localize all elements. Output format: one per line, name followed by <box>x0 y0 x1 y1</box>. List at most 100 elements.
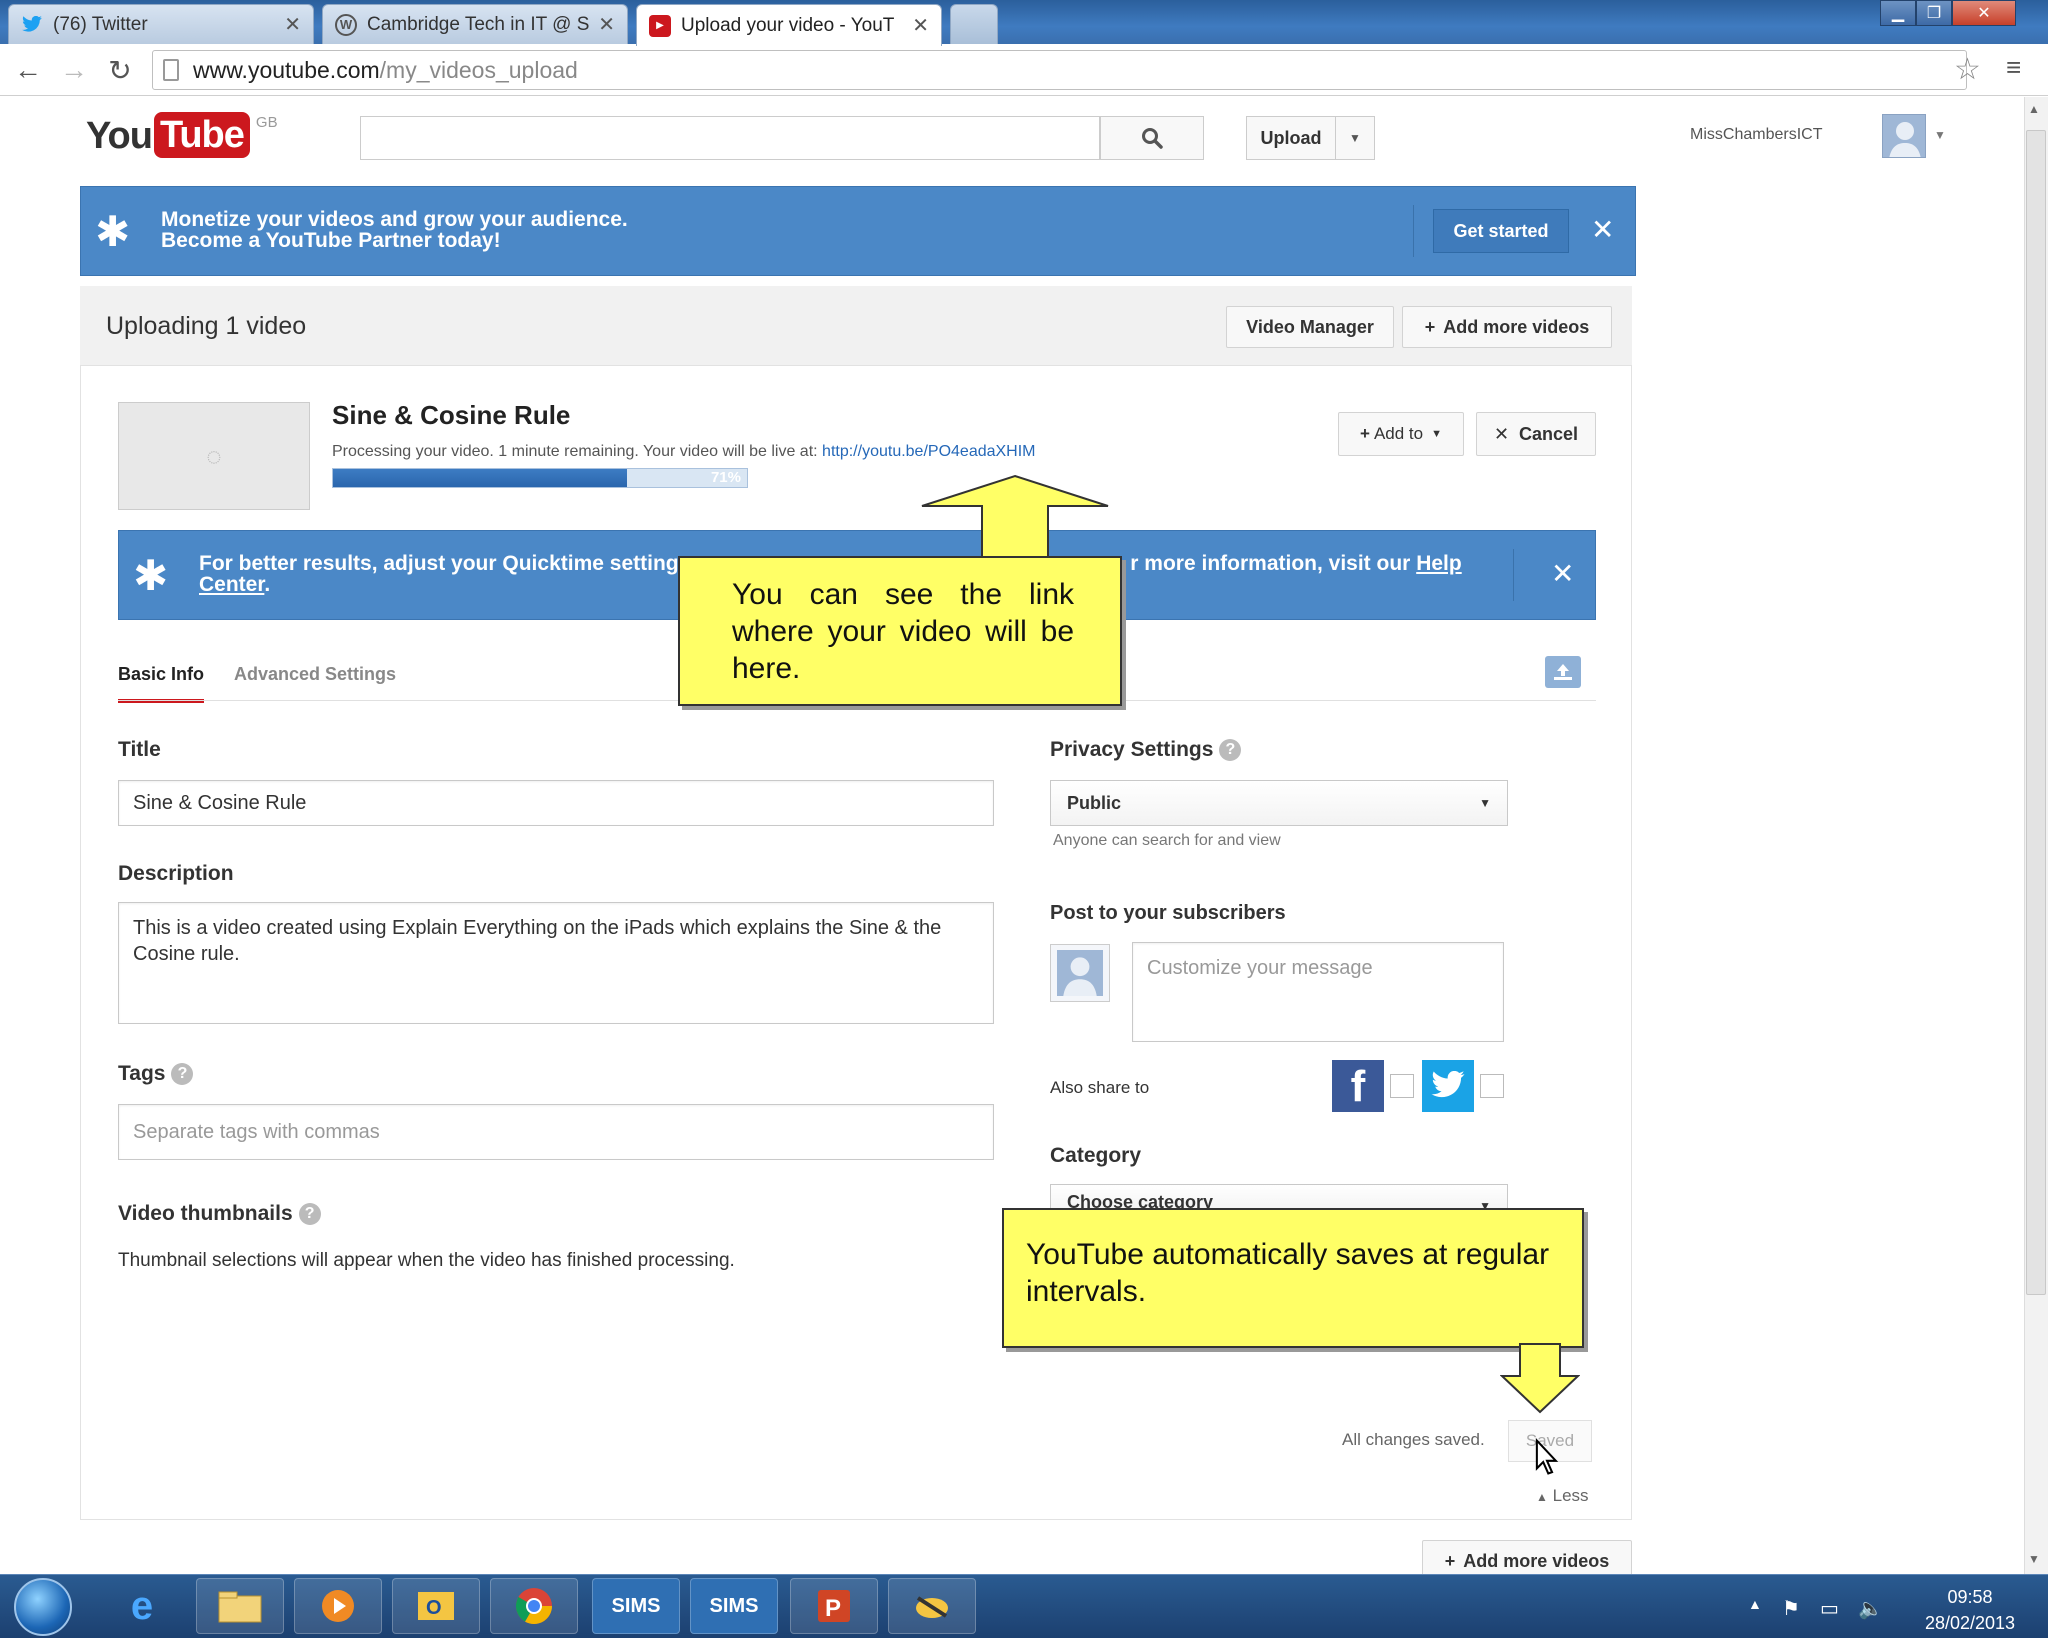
add-more-label: Add more videos <box>1463 1550 1610 1571</box>
loading-spinner-icon: ◌ <box>206 440 222 471</box>
upload-icon-button[interactable] <box>1545 656 1581 688</box>
plus-icon: + <box>1424 316 1436 337</box>
close-icon[interactable]: ✕ <box>1551 557 1574 590</box>
less-toggle[interactable]: ▲ Less <box>1536 1486 1589 1506</box>
close-tab-icon[interactable]: ✕ <box>284 12 301 37</box>
scroll-up-icon[interactable]: ▲ <box>2028 102 2040 116</box>
progress-fill <box>333 469 627 487</box>
address-bar[interactable]: www.youtube.com/my_videos_upload <box>152 50 1967 90</box>
page-title: Uploading 1 video <box>106 312 307 340</box>
triangle-up-icon: ▲ <box>1536 1490 1548 1504</box>
media-player-icon[interactable] <box>294 1578 382 1634</box>
sims-app-button-2[interactable]: SIMS <box>690 1578 778 1634</box>
privacy-select[interactable]: Public ▼ <box>1050 780 1508 826</box>
video-link[interactable]: http://youtu.be/PO4eadaXHIM <box>822 443 1035 460</box>
window-close-icon[interactable]: ✕ <box>1952 0 2016 26</box>
category-label: Category <box>1050 1144 1142 1167</box>
tab-youtube-upload[interactable]: ▶ Upload your video - YouT ✕ <box>636 4 942 46</box>
callout-down-arrow <box>1500 1343 1580 1414</box>
upload-button[interactable]: Upload <box>1246 116 1336 160</box>
reload-icon[interactable]: ↻ <box>102 52 138 88</box>
url-host: www.youtube.com <box>193 56 380 83</box>
action-center-flag-icon[interactable]: ⚑ <box>1782 1596 1800 1621</box>
tab-wordpress[interactable]: W Cambridge Tech in IT @ S ✕ <box>322 4 628 44</box>
twitter-icon[interactable] <box>1422 1060 1474 1112</box>
chrome-icon[interactable] <box>490 1578 578 1634</box>
cancel-button[interactable]: ✕ Cancel <box>1476 412 1596 456</box>
tags-input[interactable]: Separate tags with commas <box>118 1104 994 1160</box>
video-title: Sine & Cosine Rule <box>332 400 571 430</box>
back-icon[interactable]: ← <box>10 52 46 88</box>
tab-advanced-settings[interactable]: Advanced Settings <box>234 664 396 685</box>
quicktime-text-end: r more information, visit our <box>1130 552 1411 575</box>
title-input[interactable]: Sine & Cosine Rule <box>118 780 994 826</box>
scrollbar-thumb[interactable] <box>2026 130 2046 1295</box>
minimize-icon[interactable]: ▁ <box>1880 0 1916 26</box>
ie-icon[interactable]: e <box>98 1578 186 1634</box>
tab-twitter[interactable]: (76) Twitter ✕ <box>8 4 314 44</box>
tab-title: Upload your video - YouT <box>681 14 895 36</box>
partner-line-2: Become a YouTube Partner today! <box>161 229 501 252</box>
description-textarea[interactable]: This is a video created using Explain Ev… <box>118 902 994 1024</box>
search-input[interactable] <box>360 116 1100 160</box>
start-button[interactable] <box>14 1578 72 1636</box>
close-tab-icon[interactable]: ✕ <box>598 12 615 37</box>
privacy-hint: Anyone can search for and view <box>1053 832 1281 849</box>
avatar[interactable] <box>1882 114 1926 158</box>
twitter-share-checkbox[interactable] <box>1480 1074 1504 1098</box>
facebook-share-checkbox[interactable] <box>1390 1074 1414 1098</box>
video-manager-button[interactable]: Video Manager <box>1226 306 1394 348</box>
bookmark-star-icon[interactable]: ☆ <box>1954 52 1981 87</box>
facebook-icon[interactable]: f <box>1332 1060 1384 1112</box>
tray-expand-icon[interactable]: ▲ <box>1748 1596 1762 1612</box>
forward-icon[interactable]: → <box>56 52 92 88</box>
privacy-label: Privacy Settings? <box>1050 738 1242 762</box>
help-center-link-2[interactable]: Center <box>199 573 264 596</box>
add-more-videos-button[interactable]: + Add more videos <box>1402 306 1612 348</box>
get-started-button[interactable]: Get started <box>1433 209 1569 253</box>
restore-icon[interactable]: ❐ <box>1916 0 1952 26</box>
close-icon: ✕ <box>1493 423 1510 444</box>
new-tab-button[interactable] <box>950 4 998 44</box>
title-label: Title <box>118 738 161 761</box>
period: . <box>264 573 271 596</box>
star-icon: ✱ <box>95 208 131 255</box>
processing-text: Processing your video. 1 minute remainin… <box>332 443 818 460</box>
sims-app-button-1[interactable]: SIMS <box>592 1578 680 1634</box>
plus-icon: + <box>1444 1550 1456 1571</box>
tab-title: Cambridge Tech in IT @ S <box>367 13 590 35</box>
menu-icon[interactable]: ≡ <box>2006 52 2021 83</box>
close-tab-icon[interactable]: ✕ <box>912 13 929 38</box>
chevron-down-icon[interactable]: ▼ <box>1335 116 1375 160</box>
add-to-label: Add to <box>1373 424 1424 443</box>
taskbar-clock[interactable]: 09:58 28/02/2013 <box>1900 1584 2040 1636</box>
add-to-button[interactable]: + Add to ▼ <box>1338 412 1464 456</box>
close-icon[interactable]: ✕ <box>1591 213 1614 246</box>
tab-basic-info[interactable]: Basic Info <box>118 664 205 703</box>
scroll-down-icon[interactable]: ▼ <box>2028 1552 2040 1566</box>
network-icon[interactable]: ▭ <box>1820 1596 1839 1621</box>
powerpoint-icon[interactable]: P <box>790 1578 878 1634</box>
star-icon: ✱ <box>133 552 169 599</box>
tags-label: Tags? <box>118 1062 194 1086</box>
svg-text:O: O <box>426 1597 442 1619</box>
outlook-icon[interactable]: O <box>392 1578 480 1634</box>
youtube-logo[interactable]: You Tube GB <box>86 112 278 160</box>
app-icon[interactable] <box>888 1578 976 1634</box>
explorer-icon[interactable] <box>196 1578 284 1634</box>
username[interactable]: MissChambersICT <box>1690 126 1822 144</box>
help-icon[interactable]: ? <box>1219 739 1242 761</box>
thumbnails-label-text: Video thumbnails <box>118 1202 293 1225</box>
chevron-down-icon[interactable]: ▼ <box>1934 128 1946 142</box>
processing-status: Processing your video. 1 minute remainin… <box>332 443 1036 461</box>
upload-icon <box>1554 664 1572 680</box>
wordpress-icon: W <box>335 13 357 36</box>
help-icon[interactable]: ? <box>171 1063 194 1085</box>
volume-muted-icon[interactable]: 🔈 <box>1858 1596 1883 1621</box>
search-button[interactable] <box>1100 116 1204 160</box>
plus-icon: + <box>1360 424 1370 443</box>
partner-line-1: Monetize your videos and grow your audie… <box>161 208 628 231</box>
help-center-link[interactable]: Help <box>1416 552 1462 575</box>
subscriber-message-input[interactable]: Customize your message <box>1132 942 1504 1042</box>
help-icon[interactable]: ? <box>298 1203 321 1225</box>
